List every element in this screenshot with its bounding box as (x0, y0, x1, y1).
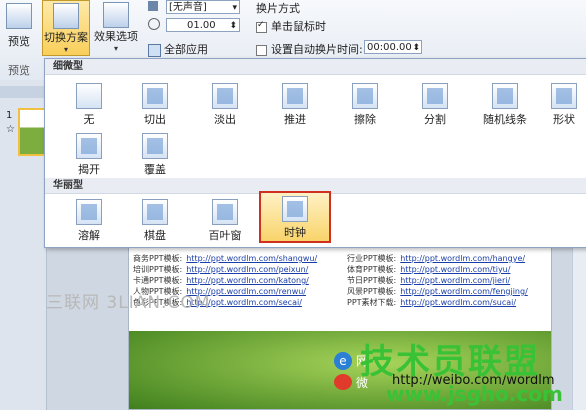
list-item: 体育PPT模板: http://ppt.wordlm.com/tiyu/ (347, 265, 511, 274)
apply-all-icon (148, 43, 161, 57)
shape-icon (551, 83, 577, 109)
effect-options-label: 效果选项 (94, 30, 138, 43)
transition-shape[interactable]: 形状 (541, 79, 586, 127)
switch-scheme-icon (53, 3, 79, 29)
list-item: 行业PPT模板: http://ppt.wordlm.com/hangye/ (347, 254, 526, 263)
sound-select[interactable]: [无声音] (166, 0, 240, 15)
push-icon (282, 83, 308, 109)
list-item: 节日PPT模板: http://ppt.wordlm.com/jieri/ (347, 276, 511, 285)
on-click-label: 单击鼠标时 (271, 20, 326, 33)
transition-random-bars[interactable]: 随机线条 (475, 79, 535, 127)
transition-label: 淡出 (214, 113, 236, 126)
on-click-checkbox[interactable]: 单击鼠标时 (256, 18, 326, 34)
ie-icon: e (334, 352, 352, 370)
auto-time-spinner[interactable]: 00:00.00 (364, 40, 422, 55)
transition-checkerboard[interactable]: 棋盘 (125, 195, 185, 243)
dissolve-icon (76, 199, 102, 225)
transition-label: 时钟 (284, 226, 306, 239)
weibo-icon (334, 374, 352, 390)
checkerboard-icon (142, 199, 168, 225)
transition-fade[interactable]: 淡出 (195, 79, 255, 127)
transition-clock[interactable]: 时钟 (259, 191, 331, 243)
transition-cut[interactable]: 切出 (125, 79, 185, 127)
right-link-list: 行业PPT模板: http://ppt.wordlm.com/hangye/ 体育… (347, 253, 528, 308)
effect-options-button[interactable]: 效果选项 ▾ (92, 0, 140, 53)
list-item: 卡通PPT模板: http://ppt.wordlm.com/katong/ (133, 276, 309, 285)
uncover-icon (76, 133, 102, 159)
preview-button[interactable]: 预览 (2, 3, 36, 49)
checkbox-unchecked[interactable] (256, 44, 267, 56)
none-icon (76, 83, 102, 109)
duration-icon (148, 18, 160, 30)
switch-scheme-label: 切换方案 (44, 31, 88, 44)
slide-number: 1 (6, 110, 13, 121)
chevron-down-icon: ▾ (63, 45, 68, 54)
slide-star-icon: ☆ (6, 124, 15, 135)
effect-options-icon (103, 2, 129, 28)
list-item: 商务PPT模板: http://ppt.wordlm.com/shangwu/ (133, 254, 318, 263)
duration-spinner[interactable]: 01.00 (166, 18, 240, 33)
transition-uncover[interactable]: 揭开 (59, 129, 119, 177)
transition-cover[interactable]: 覆盖 (125, 129, 185, 177)
sound-icon (148, 1, 158, 11)
watermark-right-sub: www.jsgho.com (386, 382, 563, 406)
panel-tabs[interactable] (0, 86, 46, 98)
transition-split[interactable]: 分割 (405, 79, 465, 127)
preview-group-label: 预览 (8, 64, 30, 77)
subtle-section-title: 细微型 (45, 59, 586, 75)
transition-label: 分割 (424, 113, 446, 126)
apply-all-label: 全部应用 (164, 43, 208, 56)
auto-time-checkbox[interactable]: 设置自动换片时间: (256, 41, 363, 57)
list-item: 培训PPT模板: http://ppt.wordlm.com/peixun/ (133, 265, 309, 274)
fade-icon (212, 83, 238, 109)
transition-push[interactable]: 推进 (265, 79, 325, 127)
auto-time-label: 设置自动换片时间: (271, 43, 363, 56)
switch-mode-title: 换片方式 (256, 2, 300, 15)
chevron-down-icon: ▾ (113, 44, 118, 53)
transition-blinds[interactable]: 百叶窗 (195, 195, 255, 243)
list-item: PPT素材下载: http://ppt.wordlm.com/sucai/ (347, 298, 517, 307)
slide-thumbnail[interactable] (18, 108, 46, 156)
watermark-right-main: 技术员联盟 (360, 342, 540, 382)
preview-icon (6, 3, 32, 29)
transition-label: 擦除 (354, 113, 376, 126)
list-item: 风景PPT模板: http://ppt.wordlm.com/fengjing/ (347, 287, 528, 296)
clock-icon (282, 196, 308, 222)
transition-none[interactable]: 无 (59, 79, 119, 127)
transition-label: 形状 (553, 113, 575, 126)
transition-label: 棋盘 (144, 229, 166, 242)
apply-all-button[interactable]: 全部应用 (148, 41, 208, 57)
transition-label: 随机线条 (483, 113, 527, 126)
transition-label: 覆盖 (144, 163, 166, 176)
random-bars-icon (492, 83, 518, 109)
transition-wipe[interactable]: 擦除 (335, 79, 395, 127)
watermark-left: 三联网 3LIAN.COM (46, 293, 211, 313)
blinds-icon (212, 199, 238, 225)
split-icon (422, 83, 448, 109)
transition-label: 推进 (284, 113, 306, 126)
transition-label: 切出 (144, 113, 166, 126)
wipe-icon (352, 83, 378, 109)
switch-scheme-button[interactable]: 切换方案 ▾ (42, 0, 90, 56)
transition-gallery: 细微型 无 切出 淡出 推进 擦除 分割 随机线条 形状 揭开 覆盖 华丽型 溶… (44, 58, 586, 248)
preview-label: 预览 (8, 35, 30, 48)
cut-icon (142, 83, 168, 109)
checkbox-checked[interactable] (256, 20, 267, 33)
transition-dissolve[interactable]: 溶解 (59, 195, 119, 243)
transition-label: 百叶窗 (208, 229, 242, 242)
transition-label: 溶解 (78, 229, 100, 242)
cover-icon (142, 133, 168, 159)
transition-label: 无 (83, 113, 95, 126)
transition-label: 揭开 (78, 163, 100, 176)
